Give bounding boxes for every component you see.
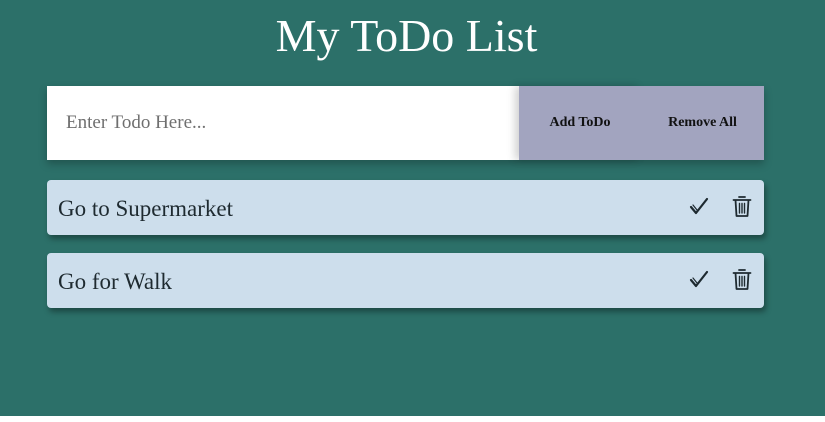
trash-icon[interactable] xyxy=(729,192,755,220)
todo-item: Go for Walk xyxy=(47,253,764,308)
todo-item: Go to Supermarket xyxy=(47,180,764,235)
remove-all-button[interactable]: Remove All xyxy=(641,86,764,160)
add-todo-button[interactable]: Add ToDo xyxy=(519,86,641,160)
todo-text: Go for Walk xyxy=(58,269,172,294)
trash-icon[interactable] xyxy=(729,265,755,293)
todo-form: Add ToDo Remove All xyxy=(47,86,764,160)
todo-input[interactable] xyxy=(47,86,519,160)
todo-list: Go to Supermarket Go for Walk xyxy=(47,180,764,326)
check-icon[interactable] xyxy=(686,192,712,220)
page-title: My ToDo List xyxy=(275,10,538,61)
check-icon[interactable] xyxy=(686,265,712,293)
todo-text: Go to Supermarket xyxy=(58,196,234,221)
todo-app: My ToDo List Add ToDo Remove All Go to S… xyxy=(0,0,825,416)
